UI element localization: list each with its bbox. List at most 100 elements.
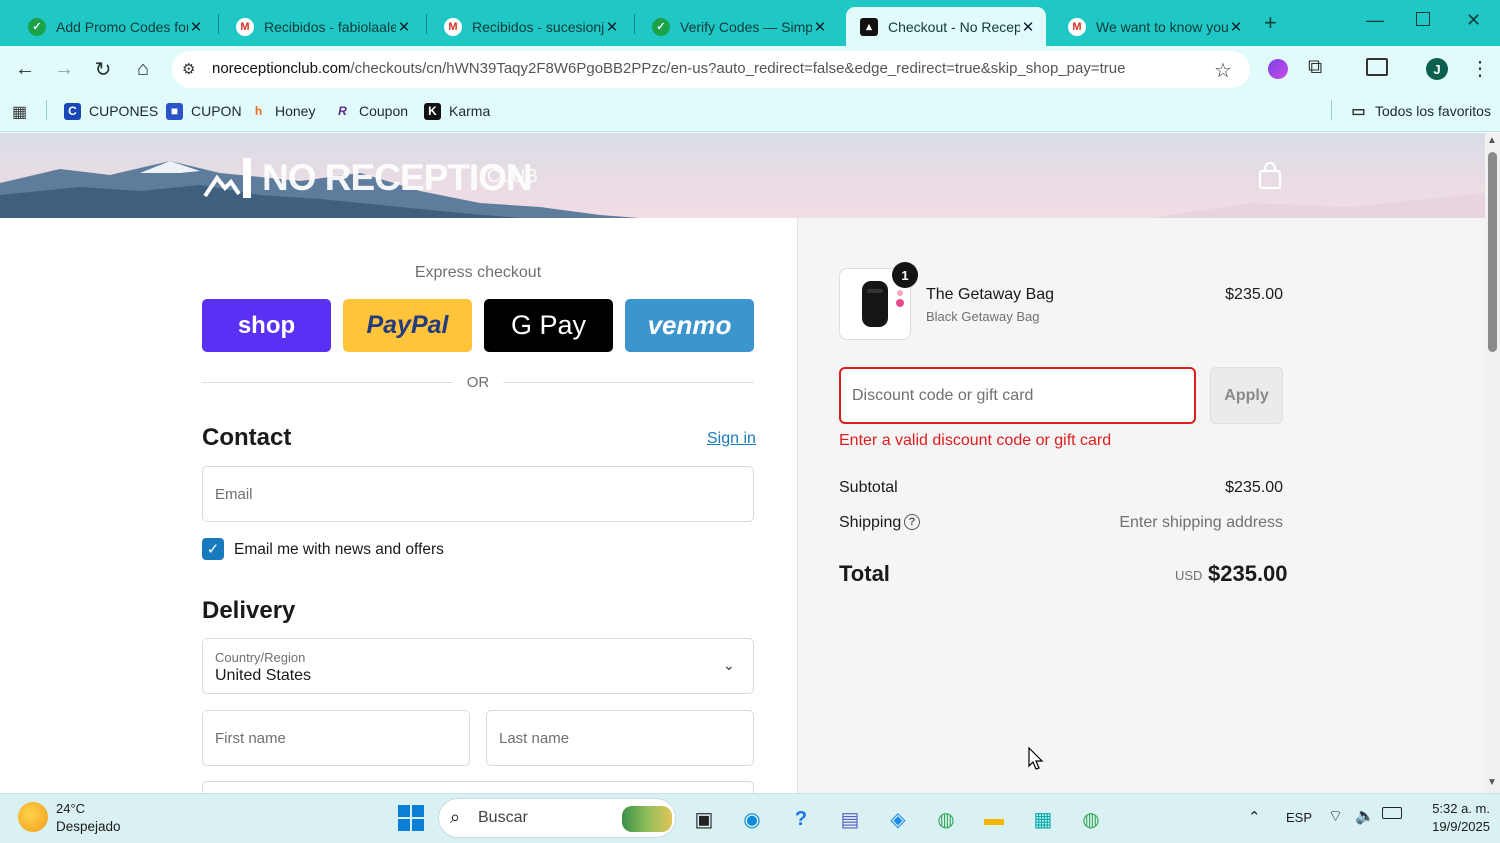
all-bookmarks[interactable]: ▭ Todos los favoritos [1350, 100, 1491, 122]
bookmark-cupon[interactable]: ■ CUPON [166, 100, 242, 122]
noreception-icon: ▴ [860, 17, 878, 36]
remote-desktop-icon[interactable]: ▦ [1027, 803, 1059, 835]
cupones-icon: C [64, 102, 81, 120]
google-pay-button[interactable]: G Pay [484, 299, 613, 352]
volume-icon[interactable]: 🔈 [1355, 806, 1375, 826]
scrollbar-thumb[interactable] [1488, 152, 1497, 352]
close-tab-icon[interactable]: ✕ [604, 18, 620, 36]
bookmark-label: CUPON [191, 103, 242, 119]
new-tab-icon[interactable]: + [1264, 10, 1277, 36]
scroll-up-icon[interactable]: ▲ [1487, 135, 1497, 146]
chevron-down-icon: ⌄ [723, 657, 735, 673]
clock[interactable]: 5:32 a. m. 19/9/2025 [1410, 800, 1490, 836]
shop-pay-button[interactable]: shop [202, 299, 331, 352]
clock-time: 5:32 a. m. [1432, 801, 1490, 816]
bookmark-karma[interactable]: K Karma [424, 100, 490, 122]
reload-icon[interactable]: ↻ [88, 54, 118, 84]
simplycodes-icon: ✓ [28, 17, 46, 36]
tab-title: Recibidos - sucesionjo [472, 18, 604, 35]
close-tab-icon[interactable]: ✕ [812, 18, 828, 36]
help-icon[interactable]: ? [785, 803, 817, 835]
currency-code: USD [1175, 568, 1203, 583]
close-tab-icon[interactable]: ✕ [396, 18, 412, 36]
close-window-icon[interactable]: ✕ [1466, 10, 1481, 31]
contact-heading: Contact [202, 424, 292, 451]
bookmark-honey[interactable]: h Honey [250, 100, 316, 122]
sign-in-link[interactable]: Sign in [707, 430, 756, 448]
tab-title: Recibidos - fabiolaalej [264, 18, 396, 35]
close-tab-icon[interactable]: ✕ [1020, 18, 1036, 36]
wifi-icon[interactable]: ⌔ [1328, 806, 1343, 826]
input-language[interactable]: ESP [1286, 810, 1312, 825]
apply-discount-button[interactable]: Apply [1210, 367, 1283, 424]
bookmark-coupon[interactable]: R Coupon [334, 100, 408, 122]
karma-icon: K [424, 102, 441, 120]
news-offers-checkbox[interactable]: ✓ [202, 538, 224, 560]
battery-icon[interactable] [1382, 807, 1402, 819]
bookmark-cupones[interactable]: C CUPONES [64, 100, 158, 122]
tab-add-promo-codes[interactable]: ✓ Add Promo Codes for ✕ [14, 7, 214, 46]
shop-pay-label: shop [237, 311, 296, 339]
shipping-label: Shipping [839, 514, 902, 531]
tab-we-want-to-know[interactable]: M We want to know you ✕ [1054, 7, 1254, 46]
venmo-button[interactable]: venmo [625, 299, 754, 352]
back-icon[interactable]: ← [10, 54, 40, 84]
venmo-label: venmo [647, 310, 732, 340]
site-info-icon[interactable]: ⚙ [182, 60, 195, 78]
shopping-bag-icon[interactable] [1257, 161, 1283, 190]
windows-start-icon[interactable] [397, 804, 425, 832]
tab-title: Add Promo Codes for [56, 18, 188, 35]
tab-gmail-fabiola[interactable]: M Recibidos - fabiolaalej ✕ [222, 7, 422, 46]
home-icon[interactable]: ⌂ [128, 54, 158, 84]
paypal-label: PayPal [366, 311, 449, 339]
discount-error-message: Enter a valid discount code or gift card [839, 432, 1112, 449]
last-name-placeholder: Last name [499, 730, 570, 747]
maximize-icon[interactable] [1416, 12, 1430, 26]
tab-verify-codes[interactable]: ✓ Verify Codes — Simply ✕ [638, 7, 838, 46]
bookmark-label: Coupon [359, 103, 409, 119]
tab-title: Checkout - No Recept [888, 18, 1020, 35]
minimize-icon[interactable]: — [1366, 10, 1384, 31]
simplycodes-icon: ✓ [652, 17, 670, 36]
weather-status[interactable]: Despejado [56, 819, 121, 834]
tab-checkout[interactable]: ▴ Checkout - No Recept ✕ [846, 7, 1046, 46]
browser-menu-icon[interactable]: ⋮ [1470, 56, 1490, 81]
bookmark-label: Todos los favoritos [1375, 103, 1491, 119]
help-circle-icon[interactable]: ? [904, 514, 920, 530]
teams-icon[interactable]: ▤ [834, 803, 866, 835]
gmail-icon: M [444, 17, 462, 36]
product-name: The Getaway Bag [926, 286, 1055, 303]
forward-icon[interactable]: → [49, 54, 79, 84]
url-text[interactable]: noreceptionclub.com/checkouts/cn/hWN39Ta… [212, 60, 1125, 77]
edge-icon[interactable]: ◉ [736, 803, 768, 835]
tab-gmail-sucesion[interactable]: M Recibidos - sucesionjo ✕ [430, 7, 630, 46]
show-hidden-icons[interactable]: ⌃ [1248, 808, 1261, 826]
bookmark-label: Honey [275, 103, 316, 119]
subtotal-label: Subtotal [839, 479, 898, 496]
express-checkout-label: Express checkout [414, 264, 542, 281]
weather-sun-icon[interactable] [18, 802, 48, 832]
divider [503, 382, 754, 383]
bookmark-star-icon[interactable]: ☆ [1214, 58, 1232, 83]
news-offers-label[interactable]: Email me with news and offers [234, 541, 444, 559]
product-price: $235.00 [1225, 286, 1283, 303]
paypal-button[interactable]: PayPal [343, 299, 472, 352]
app-icon[interactable]: ◈ [882, 803, 914, 835]
store-logo-mark[interactable] [203, 158, 253, 198]
chrome-profile-icon[interactable]: ◍ [1075, 803, 1107, 835]
screen-cast-icon[interactable] [1366, 58, 1388, 76]
weather-temperature[interactable]: 24°C [56, 801, 85, 816]
chrome-icon[interactable]: ◍ [930, 803, 962, 835]
task-view-icon[interactable]: ▣ [688, 803, 720, 835]
address-field[interactable] [202, 781, 754, 793]
extension-icon[interactable] [1268, 59, 1288, 79]
file-explorer-icon[interactable]: ▬ [978, 803, 1010, 835]
profile-avatar[interactable]: J [1426, 58, 1448, 80]
country-select[interactable] [202, 638, 754, 694]
apps-grid-icon[interactable]: ▦ [12, 102, 27, 122]
close-tab-icon[interactable]: ✕ [1228, 18, 1244, 36]
scroll-down-icon[interactable]: ▼ [1487, 777, 1497, 788]
close-tab-icon[interactable]: ✕ [188, 18, 204, 36]
email-field[interactable] [202, 466, 754, 522]
puzzle-extensions-icon[interactable]: ⧉ [1308, 56, 1322, 79]
